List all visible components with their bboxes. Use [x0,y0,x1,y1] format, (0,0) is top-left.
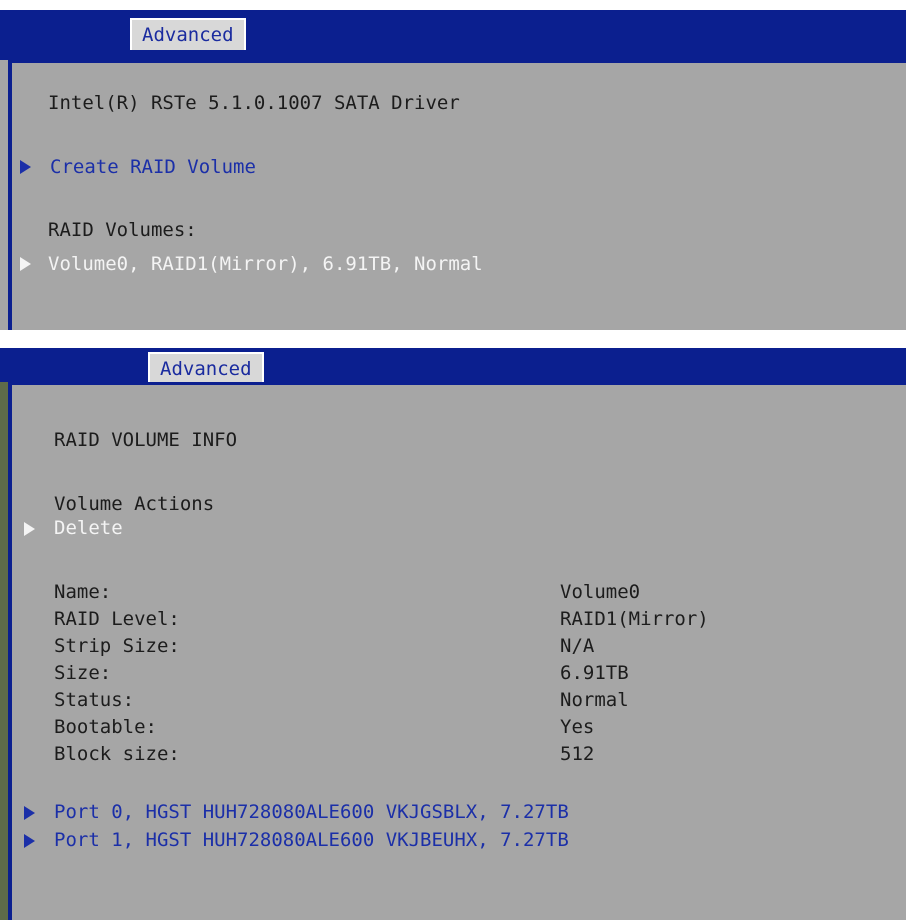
raid-volumes-heading: RAID Volumes: [48,219,197,241]
frame-left-border [8,382,12,920]
volume-entry-label: Volume0, RAID1(Mirror), 6.91TB, Normal [48,253,483,275]
info-value: 6.91TB [560,662,629,684]
submenu-arrow-icon [24,522,35,536]
driver-title: Intel(R) RSTe 5.1.0.1007 SATA Driver [48,92,460,114]
submenu-arrow-icon [24,834,35,848]
delete-label: Delete [54,517,123,539]
bios-panel-storage: Advanced Intel(R) RSTe 5.1.0.1007 SATA D… [0,0,906,330]
info-value: Normal [560,689,629,711]
info-label: Bootable: [54,716,157,738]
frame-left-border [8,60,12,330]
bios-header-bar: Advanced [0,10,906,60]
create-raid-volume-label: Create RAID Volume [50,156,256,178]
info-label: Name: [54,581,112,603]
frame-top-border [8,382,906,385]
bios-panel-volume-info: Advanced RAID VOLUME INFO Volume Actions… [0,348,906,920]
bios-content-area: RAID VOLUME INFO Volume Actions Delete N… [0,382,906,920]
port-label: Port 0, HGST HUH728080ALE600 VKJGSBLX, 7… [54,801,569,823]
volume-info-heading: RAID VOLUME INFO [54,429,238,451]
info-label: Strip Size: [54,635,180,657]
tab-advanced[interactable]: Advanced [130,18,246,50]
submenu-arrow-icon [20,160,31,174]
info-label: Status: [54,689,135,711]
port-label: Port 1, HGST HUH728080ALE600 VKJBEUHX, 7… [54,829,569,851]
info-value: Yes [560,716,595,738]
frame-outer-edge [0,382,8,920]
info-value: RAID1(Mirror) [560,608,709,630]
info-label: Block size: [54,743,180,765]
info-value: 512 [560,743,595,765]
volume-actions-heading: Volume Actions [54,493,215,515]
info-value: N/A [560,635,595,657]
submenu-arrow-icon [20,257,31,271]
tab-advanced[interactable]: Advanced [148,352,264,384]
info-label: RAID Level: [54,608,180,630]
bios-header-bar: Advanced [0,348,906,384]
submenu-arrow-icon [24,806,35,820]
frame-top-border [8,60,906,63]
info-value: Volume0 [560,581,641,603]
info-label: Size: [54,662,112,684]
bios-content-area: Intel(R) RSTe 5.1.0.1007 SATA Driver Cre… [0,60,906,330]
